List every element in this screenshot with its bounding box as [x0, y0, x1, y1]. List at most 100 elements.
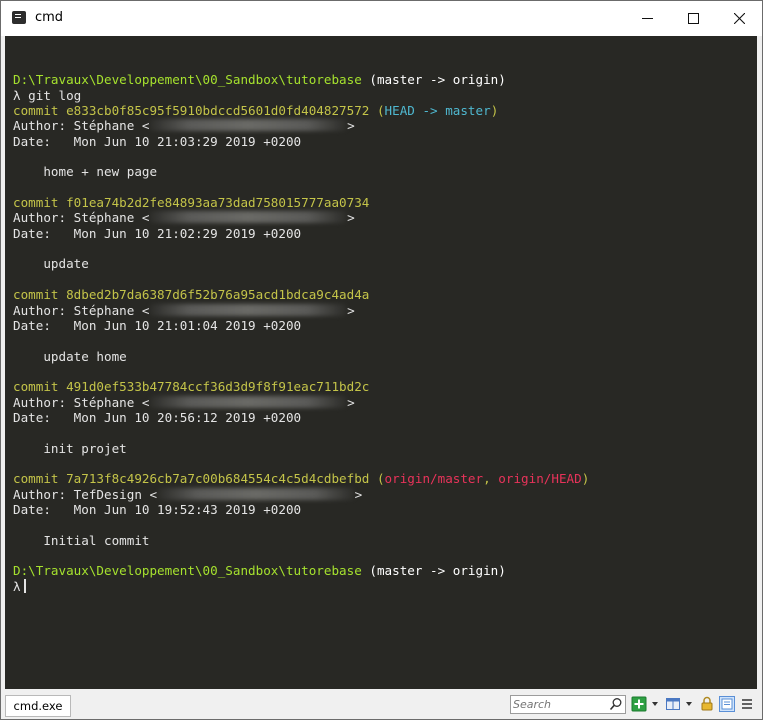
terminal-text-segment: )	[490, 103, 499, 119]
lock-icon[interactable]	[699, 696, 715, 712]
redacted-email	[149, 303, 348, 316]
terminal-text-segment: λ	[13, 578, 21, 594]
terminal-line: Date: Mon Jun 10 20:56:12 2019 +0200	[13, 410, 589, 425]
terminal-text-segment: (	[369, 471, 385, 487]
search-input[interactable]	[513, 696, 605, 712]
terminal-line: commit 8dbed2b7da6387d6f52b76a95acd1bdca…	[13, 287, 589, 302]
title-bar[interactable]: cmd	[1, 1, 762, 36]
terminal-text-segment: Date: Mon Jun 10 21:03:29 2019 +0200	[13, 133, 302, 149]
terminal-text-segment: λ git log	[13, 87, 82, 103]
terminal-text-segment: commit f01ea74b2d2fe84893aa73dad75801577…	[13, 195, 370, 211]
search-field[interactable]	[510, 695, 626, 714]
terminal-text-segment: Date: Mon Jun 10 19:52:43 2019 +0200	[13, 501, 302, 517]
terminal-text-segment: >	[347, 302, 355, 318]
window-title: cmd	[35, 10, 64, 25]
terminal-text-segment: Author: Stéphane <	[13, 394, 150, 410]
terminal-text-segment: commit e833cb0f85c95f5910bdccd5601d0fd40…	[13, 103, 370, 119]
terminal-text-segment: Author: Stéphane <	[13, 302, 150, 318]
console-view-icon[interactable]	[719, 696, 735, 712]
terminal-text-segment: Author: TefDesign <	[13, 486, 158, 502]
terminal-output[interactable]: D:\Travaux\Developpement\00_Sandbox\tuto…	[5, 36, 757, 689]
terminal-text-segment: >	[347, 118, 355, 134]
terminal-line: commit f01ea74b2d2fe84893aa73dad75801577…	[13, 195, 589, 210]
redacted-email	[149, 211, 348, 224]
terminal-text-segment: Author: Stéphane <	[13, 118, 150, 134]
redacted-email	[157, 487, 355, 500]
terminal-icon[interactable]	[12, 11, 26, 24]
terminal-text-segment: >	[347, 210, 355, 226]
terminal-text-segment: D:\Travaux\Developpement\00_Sandbox\tuto…	[13, 72, 362, 88]
terminal-text-segment: init projet	[13, 440, 127, 456]
terminal-line: home + new page	[13, 164, 589, 179]
status-bar: cmd.exe	[1, 690, 762, 719]
terminal-text-segment: Date: Mon Jun 10 21:01:04 2019 +0200	[13, 317, 302, 333]
terminal-line: update	[13, 256, 589, 271]
layout-dropdown-icon[interactable]	[686, 702, 692, 706]
minimize-button[interactable]	[624, 1, 670, 36]
terminal-text-segment: commit 491d0ef533b47784ccf36d3d9f8f91eac…	[13, 379, 370, 395]
terminal-text-segment: home + new page	[13, 164, 158, 180]
redacted-email	[149, 395, 348, 408]
terminal-text-segment: update home	[13, 348, 127, 364]
text-cursor	[23, 578, 26, 593]
terminal-line: Author: Stéphane < >	[13, 303, 589, 318]
plus-icon[interactable]	[631, 696, 647, 712]
terminal-text-segment: commit 7a713f8c4926cb7a7c00b684554c4c5d4…	[13, 471, 370, 487]
terminal-text-segment: origin/master	[384, 471, 484, 487]
terminal-line: Initial commit	[13, 533, 589, 548]
new-console-dropdown-icon[interactable]	[652, 702, 658, 706]
terminal-text-segment: HEAD -> master	[384, 103, 491, 119]
terminal-text-segment: commit 8dbed2b7da6387d6f52b76a95acd1bdca…	[13, 287, 370, 303]
terminal-text-segment: Date: Mon Jun 10 20:56:12 2019 +0200	[13, 409, 302, 425]
terminal-line: update home	[13, 349, 589, 364]
terminal-text-segment: (	[369, 103, 385, 119]
close-button[interactable]	[716, 1, 762, 36]
terminal-line: init projet	[13, 441, 589, 456]
terminal-text-segment: origin/HEAD	[498, 471, 582, 487]
terminal-text-segment: )	[581, 471, 590, 487]
terminal-line: Author: TefDesign < >	[13, 487, 589, 502]
terminal-line: Date: Mon Jun 10 21:01:04 2019 +0200	[13, 318, 589, 333]
maximize-button[interactable]	[670, 1, 716, 36]
terminal-line: Author: Stéphane < >	[13, 210, 589, 225]
terminal-text-segment: (master -> origin)	[361, 72, 506, 88]
terminal-line: λ	[13, 578, 589, 594]
terminal-text-segment: Date: Mon Jun 10 21:02:29 2019 +0200	[13, 225, 302, 241]
terminal-line: Author: Stéphane < >	[13, 395, 589, 410]
terminal-text-segment: update	[13, 256, 89, 272]
terminal-line: Author: Stéphane < >	[13, 118, 589, 133]
maximize-icon	[687, 13, 699, 24]
console-window: cmd D:\Travaux\Developpement\00_Sandbox\…	[0, 0, 763, 720]
split-view-icon[interactable]	[665, 696, 681, 712]
terminal-line: Date: Mon Jun 10 19:52:43 2019 +0200	[13, 502, 589, 517]
terminal-line: λ git log	[13, 88, 589, 103]
minimize-icon	[641, 18, 653, 19]
terminal-line: commit 491d0ef533b47784ccf36d3d9f8f91eac…	[13, 379, 589, 394]
close-icon	[733, 13, 745, 24]
hamburger-icon[interactable]	[739, 696, 755, 712]
redacted-email	[149, 119, 348, 132]
terminal-line: D:\Travaux\Developpement\00_Sandbox\tuto…	[13, 72, 589, 87]
terminal-text-segment: Initial commit	[13, 532, 150, 548]
console-tab[interactable]: cmd.exe	[5, 695, 71, 717]
terminal-text-segment: >	[354, 486, 363, 502]
terminal-line: Date: Mon Jun 10 21:03:29 2019 +0200	[13, 134, 589, 149]
terminal-text-segment: ,	[483, 471, 499, 487]
search-icon[interactable]	[609, 697, 623, 711]
terminal-text-segment: D:\Travaux\Developpement\00_Sandbox\tuto…	[13, 563, 362, 579]
terminal-line: commit e833cb0f85c95f5910bdccd5601d0fd40…	[13, 103, 589, 118]
terminal-line: D:\Travaux\Developpement\00_Sandbox\tuto…	[13, 563, 589, 578]
terminal-text-segment: Author: Stéphane <	[13, 210, 150, 226]
terminal-text: D:\Travaux\Developpement\00_Sandbox\tuto…	[13, 57, 589, 594]
